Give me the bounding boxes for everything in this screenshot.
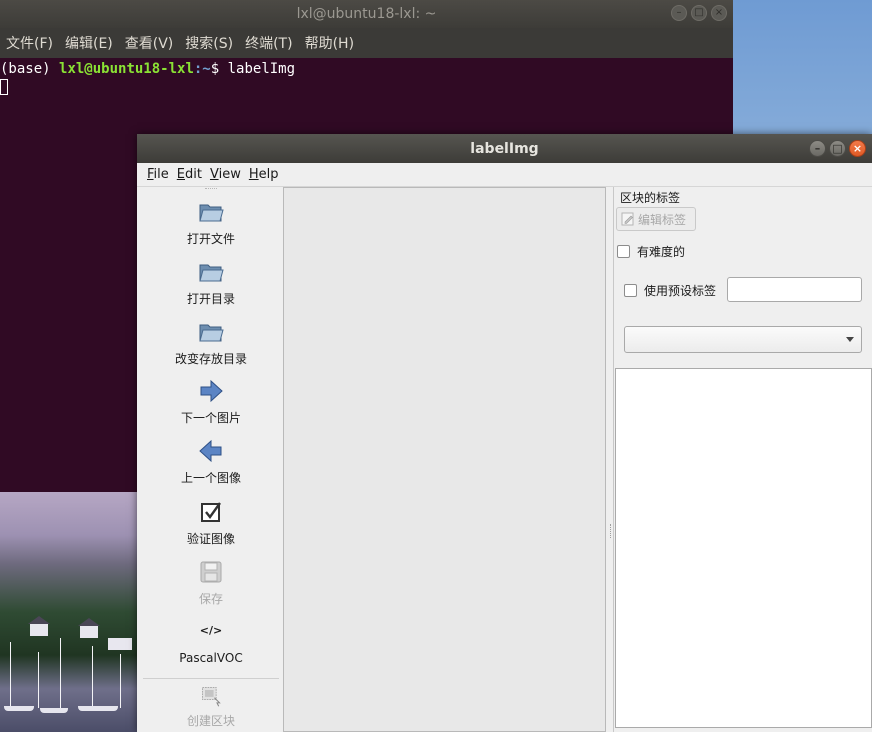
open-dir-button[interactable]: 打开目录: [141, 258, 281, 307]
folder-open-icon: [199, 264, 224, 282]
terminal-menu-help[interactable]: 帮助(H): [299, 33, 360, 53]
format-label: PascalVOC: [179, 651, 243, 665]
code-icon: </>: [199, 624, 223, 637]
terminal-command: labelImg: [227, 61, 296, 77]
folder-open-icon: [199, 324, 224, 342]
label-filter-combobox[interactable]: [624, 326, 862, 353]
label-list[interactable]: [615, 368, 872, 728]
verify-image-button[interactable]: 验证图像: [141, 498, 281, 547]
prompt-symbol: $: [210, 61, 220, 77]
wallpaper-house: [108, 638, 132, 650]
edit-pencil-icon: [621, 212, 634, 226]
folder-open-icon: [199, 204, 224, 222]
prompt-path: :~: [193, 61, 211, 77]
use-default-label-text: 使用预设标签: [644, 284, 717, 298]
floppy-disk-icon: [200, 561, 222, 583]
terminal-menu-search[interactable]: 搜索(S): [179, 33, 239, 53]
terminal-command-line: (base) lxl@ubuntu18-lxl:~$ labelImg: [0, 60, 733, 78]
terminal-menubar: 文件(F) 编辑(E) 查看(V) 搜索(S) 终端(T) 帮助(H): [0, 28, 733, 58]
menu-file[interactable]: File: [143, 167, 173, 182]
labelimg-titlebar[interactable]: labelImg – □ ×: [137, 134, 872, 163]
open-file-button[interactable]: 打开文件: [141, 198, 281, 247]
create-box-button[interactable]: 创建区块: [141, 684, 281, 729]
verify-image-label: 验证图像: [186, 532, 235, 546]
wallpaper-house: [80, 626, 98, 638]
toolbar-separator: [143, 678, 279, 679]
edit-label-button[interactable]: 编辑标签: [616, 207, 696, 231]
terminal-output[interactable]: (base) lxl@ubuntu18-lxl:~$ labelImg: [0, 58, 733, 96]
terminal-title: lxl@ubuntu18-lxl: ~: [296, 6, 437, 22]
draw-rectangle-icon: [202, 687, 221, 707]
default-label-row[interactable]: 使用预设标签: [624, 282, 716, 299]
save-label: 保存: [198, 592, 223, 606]
wallpaper-house: [30, 624, 48, 636]
terminal-cursor: [0, 79, 8, 95]
default-label-input[interactable]: [727, 277, 862, 302]
create-box-label: 创建区块: [186, 714, 235, 728]
arrow-left-icon: [199, 439, 222, 463]
prev-image-label: 上一个图像: [180, 471, 241, 485]
terminal-menu-edit[interactable]: 编辑(E): [59, 33, 119, 53]
next-image-label: 下一个图片: [180, 411, 241, 425]
labelimg-maximize-button[interactable]: □: [829, 140, 846, 157]
save-button[interactable]: 保存: [141, 558, 281, 607]
prompt-env: (base): [0, 61, 51, 77]
checkbox-checked-icon: [201, 502, 221, 522]
terminal-maximize-button[interactable]: □: [691, 5, 707, 21]
desktop-wallpaper: [0, 492, 140, 732]
labelimg-window[interactable]: labelImg – □ × File Edit View Help 打开文件 …: [137, 134, 872, 732]
prompt-user: lxl@ubuntu18-lxl: [59, 61, 194, 77]
change-save-dir-label: 改变存放目录: [174, 352, 247, 366]
difficult-checkbox-row[interactable]: 有难度的: [617, 243, 685, 260]
terminal-minimize-button[interactable]: –: [671, 5, 687, 21]
dock-title: 区块的标签: [620, 191, 681, 205]
toolbar-grip[interactable]: [205, 188, 217, 191]
terminal-titlebar[interactable]: lxl@ubuntu18-lxl: ~ – □ ×: [0, 0, 733, 28]
menu-view[interactable]: View: [206, 167, 245, 182]
edit-label-text: 编辑标签: [638, 212, 687, 227]
menu-help[interactable]: Help: [245, 167, 283, 182]
open-file-label: 打开文件: [186, 232, 235, 246]
difficult-label: 有难度的: [637, 245, 686, 259]
labelimg-minimize-button[interactable]: –: [809, 140, 826, 157]
terminal-menu-terminal[interactable]: 终端(T): [239, 33, 298, 53]
open-dir-label: 打开目录: [186, 292, 235, 306]
change-save-dir-button[interactable]: 改变存放目录: [141, 318, 281, 367]
terminal-close-button[interactable]: ×: [711, 5, 727, 21]
tool-bar: 打开文件 打开目录 改变存放目录 下一个图片 上一个图像 验证图像 保存 </>…: [141, 186, 281, 732]
image-canvas[interactable]: [283, 187, 606, 732]
terminal-menu-view[interactable]: 查看(V): [119, 33, 180, 53]
labelimg-menubar: File Edit View Help: [137, 163, 872, 187]
next-image-button[interactable]: 下一个图片: [141, 377, 281, 426]
use-default-label-checkbox[interactable]: [624, 284, 637, 297]
format-toggle-button[interactable]: </> PascalVOC: [141, 619, 281, 665]
arrow-right-icon: [200, 379, 223, 403]
difficult-checkbox[interactable]: [617, 245, 630, 258]
chevron-down-icon: [846, 337, 854, 342]
menu-edit[interactable]: Edit: [173, 167, 206, 182]
terminal-menu-file[interactable]: 文件(F): [0, 33, 59, 53]
box-labels-dock: 区块的标签 编辑标签 有难度的 使用预设标签: [613, 187, 872, 732]
prev-image-button[interactable]: 上一个图像: [141, 437, 281, 486]
labelimg-close-button[interactable]: ×: [849, 140, 866, 157]
labelimg-title: labelImg: [470, 140, 539, 157]
